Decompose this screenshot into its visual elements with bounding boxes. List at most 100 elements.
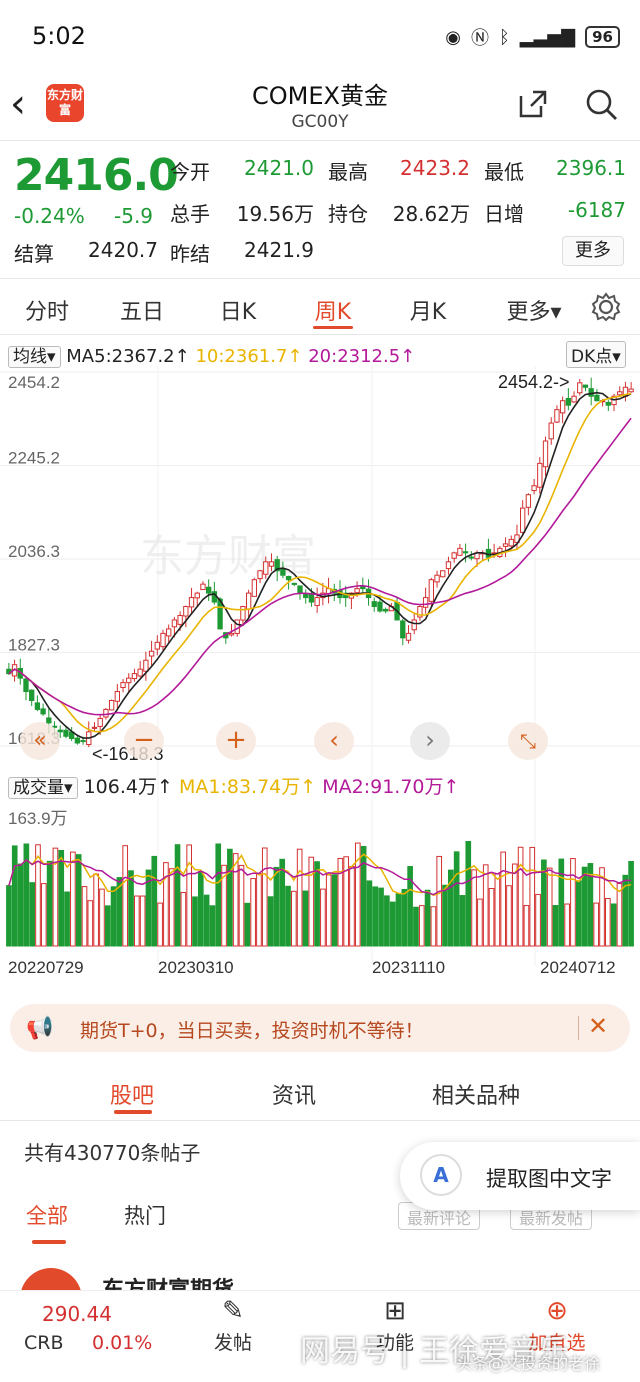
search-icon[interactable]	[583, 86, 619, 122]
volume-bar	[389, 901, 396, 947]
volume-bar	[250, 878, 256, 947]
volume-bar	[6, 885, 12, 947]
tab-guba[interactable]: 股吧	[110, 1078, 154, 1110]
scroll-left-button[interactable]: ‹	[314, 722, 354, 760]
ma-selector[interactable]: 均线▾	[8, 346, 61, 368]
volume-bar	[453, 851, 460, 947]
volume-bar	[581, 866, 588, 947]
more-quote-button[interactable]: 更多	[562, 236, 624, 266]
candle-body	[206, 586, 212, 594]
candle-body	[594, 394, 600, 402]
eye-icon: ◉	[445, 26, 461, 48]
volume-bar	[314, 861, 320, 947]
dk-selector[interactable]: DK点▾	[566, 341, 626, 368]
volume-bar	[93, 873, 99, 947]
candle-body	[166, 628, 172, 637]
zoom-in-button[interactable]: +	[216, 722, 256, 760]
watermark-toutiao: 头条@文投资的老徐	[456, 1354, 601, 1373]
candle-body	[400, 620, 406, 639]
volume-bar	[296, 848, 303, 947]
y-tick-label: 2454.2	[8, 373, 60, 392]
scroll-left-far-button[interactable]: «	[20, 722, 60, 760]
volume-ma2: MA2:91.70万↑	[322, 776, 460, 798]
volume-bar	[244, 902, 251, 947]
tab-monthly-k[interactable]: 月K	[393, 294, 463, 326]
volume-bar	[500, 851, 506, 947]
volume-selector[interactable]: 成交量▾	[8, 777, 78, 799]
volume-bar	[134, 895, 140, 947]
section-tab-indicator	[114, 1110, 152, 1114]
volume-bar	[593, 902, 600, 947]
tab-more[interactable]: 更多▾	[494, 294, 574, 326]
ma10-value: 10:2361.7↑	[195, 346, 303, 367]
ma20-value: 20:2312.5↑	[308, 346, 416, 367]
post-count: 共有430770条帖子	[24, 1141, 201, 1165]
volume-row: 成交量▾ 106.4万↑ MA1:83.74万↑ MA2:91.70万↑	[8, 772, 459, 799]
candle-body	[160, 632, 166, 648]
share-icon[interactable]	[515, 86, 551, 122]
volume-bar	[378, 887, 384, 947]
candle-body	[188, 597, 195, 608]
y-tick-label: 2036.3	[8, 542, 60, 561]
fullscreen-icon[interactable]: ⤡	[508, 722, 548, 760]
volume-bar	[349, 866, 355, 947]
daily-increase-label: 日增	[484, 202, 524, 226]
tab-daily-k[interactable]: 日K	[203, 294, 273, 326]
candle-body	[314, 597, 320, 606]
candle-body	[451, 552, 457, 559]
zoom-out-button[interactable]: −	[124, 722, 164, 760]
crb-percent[interactable]: 0.01%	[92, 1332, 152, 1354]
settings-icon[interactable]	[590, 291, 622, 323]
candle-body	[34, 702, 41, 710]
scroll-right-button[interactable]: ›	[410, 722, 450, 760]
volume-bar	[64, 891, 70, 947]
candle-body	[525, 494, 532, 508]
volume-bar	[384, 895, 390, 947]
max-marker: 2454.2->	[498, 372, 570, 392]
volume-bar	[267, 896, 274, 947]
candle-body	[240, 606, 246, 621]
volume-bar	[465, 841, 472, 947]
candle-body	[291, 582, 297, 585]
ma10-line	[8, 392, 632, 733]
volume-bar	[192, 896, 198, 947]
tab-related[interactable]: 相关品种	[432, 1078, 520, 1110]
volume-bar	[529, 846, 536, 947]
candle-body	[263, 561, 269, 575]
ocr-label[interactable]: 提取图中文字	[486, 1163, 612, 1193]
volume-bar	[209, 905, 216, 947]
kline-chart[interactable]: 2454.22245.22036.31827.31618.3 东方财富 163.…	[0, 366, 640, 986]
close-icon[interactable]: ✕	[588, 1012, 608, 1040]
candle-body	[628, 388, 634, 393]
volume-bar	[605, 897, 611, 947]
volume-bar	[104, 905, 111, 947]
volume-bar	[511, 863, 518, 947]
candle-body	[57, 729, 63, 733]
post-button[interactable]: ✎ 发帖	[188, 1294, 278, 1355]
candle-body	[457, 547, 463, 556]
tab-five-day[interactable]: 五日	[107, 294, 177, 326]
tab-intraday[interactable]: 分时	[12, 294, 82, 326]
tab-weekly-k[interactable]: 周K	[298, 294, 368, 326]
candle-body	[303, 593, 309, 599]
filter-all[interactable]: 全部	[26, 1200, 68, 1230]
filter-hot[interactable]: 热门	[124, 1200, 166, 1230]
volume-bar	[58, 849, 65, 947]
candle-body	[63, 729, 69, 737]
crb-name[interactable]: CRB	[24, 1332, 64, 1354]
volume-bar	[168, 868, 175, 947]
tab-news[interactable]: 资讯	[272, 1078, 316, 1110]
volume-bar	[430, 906, 437, 947]
candle-body	[371, 601, 377, 608]
volume-bar	[471, 869, 477, 947]
crb-value[interactable]: 290.44	[42, 1302, 112, 1326]
candle-body	[405, 632, 412, 641]
candle-body	[565, 397, 572, 406]
volume-bar	[413, 906, 419, 947]
banner-text[interactable]: 期货T+0，当日买卖，投资时机不等待！	[80, 1016, 424, 1043]
volume-bar	[227, 848, 233, 947]
volume-bar	[459, 895, 466, 947]
last-price: 2416.0	[14, 150, 179, 201]
volume-bar	[552, 905, 559, 947]
candle-body	[126, 677, 132, 684]
